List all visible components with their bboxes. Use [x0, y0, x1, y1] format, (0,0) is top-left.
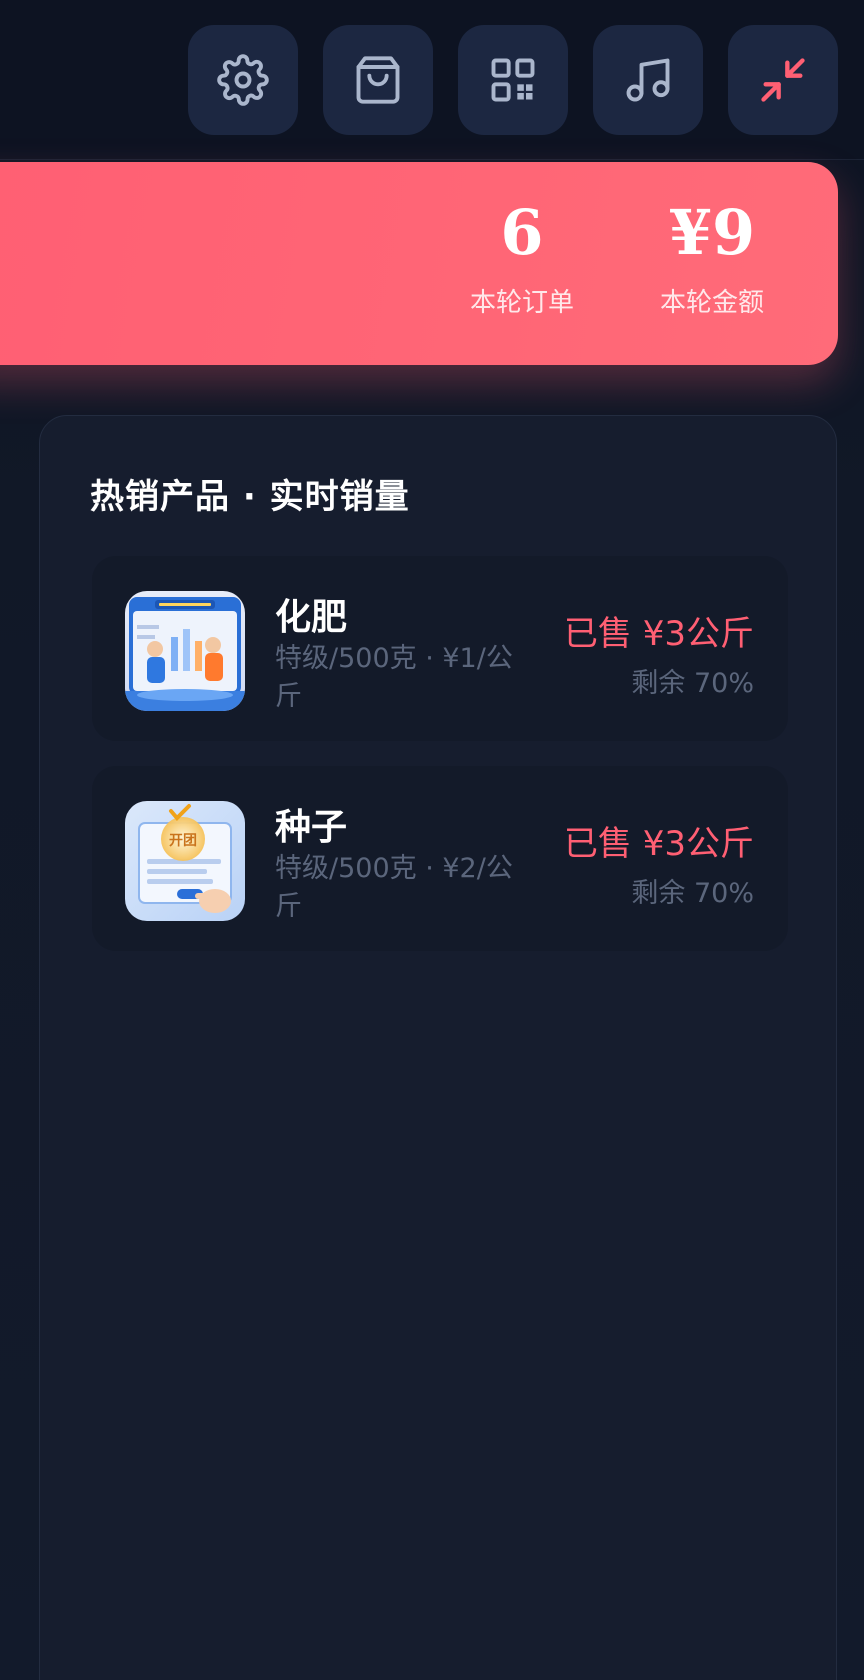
hot-products-panel: 热销产品 · 实时销量 化肥 特级/500克 · ¥1/公斤 已售 ¥3公斤 剩… — [39, 415, 837, 1680]
product-name: 化肥 — [275, 597, 348, 638]
product-remaining: 剩余 70% — [631, 668, 754, 699]
page: 6 本轮订单 ¥9 本轮金额 热销产品 · 实时销量 化肥 特级/500克 · … — [0, 0, 864, 1680]
music-button[interactable] — [593, 25, 703, 135]
amount-label: 本轮金额 — [659, 288, 764, 318]
qr-code-icon — [491, 58, 535, 102]
product-name: 种子 — [275, 807, 348, 848]
minimize-button[interactable] — [728, 25, 838, 135]
amount-stat: ¥9 本轮金额 — [632, 202, 792, 319]
minimize-arrows-icon — [761, 58, 805, 102]
product-sold: 已售 ¥3公斤 — [563, 824, 754, 864]
shop-button[interactable] — [323, 25, 433, 135]
qrcode-button[interactable] — [458, 25, 568, 135]
product-spec: 特级/500克 · ¥2/公斤 — [275, 853, 513, 922]
panel-title: 热销产品 · 实时销量 — [90, 477, 410, 517]
round-stats-banner: 6 本轮订单 ¥9 本轮金额 — [0, 162, 838, 365]
orders-value: 6 — [500, 196, 544, 269]
orders-label: 本轮订单 — [469, 288, 574, 318]
amount-value: ¥9 — [668, 196, 756, 269]
top-toolbar — [0, 0, 864, 160]
gear-icon — [217, 54, 269, 106]
group-sign-up-image: 开团 — [125, 801, 245, 921]
settings-button[interactable] — [188, 25, 298, 135]
product-sold: 已售 ¥3公斤 — [563, 614, 754, 654]
product-thumbnail — [125, 591, 245, 711]
shopping-bag-icon — [356, 56, 400, 104]
product-spec: 特级/500克 · ¥1/公斤 — [275, 643, 513, 712]
thumb-badge-text: 开团 — [169, 833, 197, 849]
product-card[interactable]: 开团 种子 特级/500克 · ¥2/公斤 已售 ¥3公斤 剩余 70% — [92, 766, 788, 951]
product-thumbnail: 开团 — [125, 801, 245, 921]
orders-stat: 6 本轮订单 — [442, 202, 602, 319]
team-pk-leaderboard-image — [125, 591, 245, 711]
product-remaining: 剩余 70% — [631, 878, 754, 909]
music-note-icon — [626, 58, 670, 102]
product-card[interactable]: 化肥 特级/500克 · ¥1/公斤 已售 ¥3公斤 剩余 70% — [92, 556, 788, 741]
